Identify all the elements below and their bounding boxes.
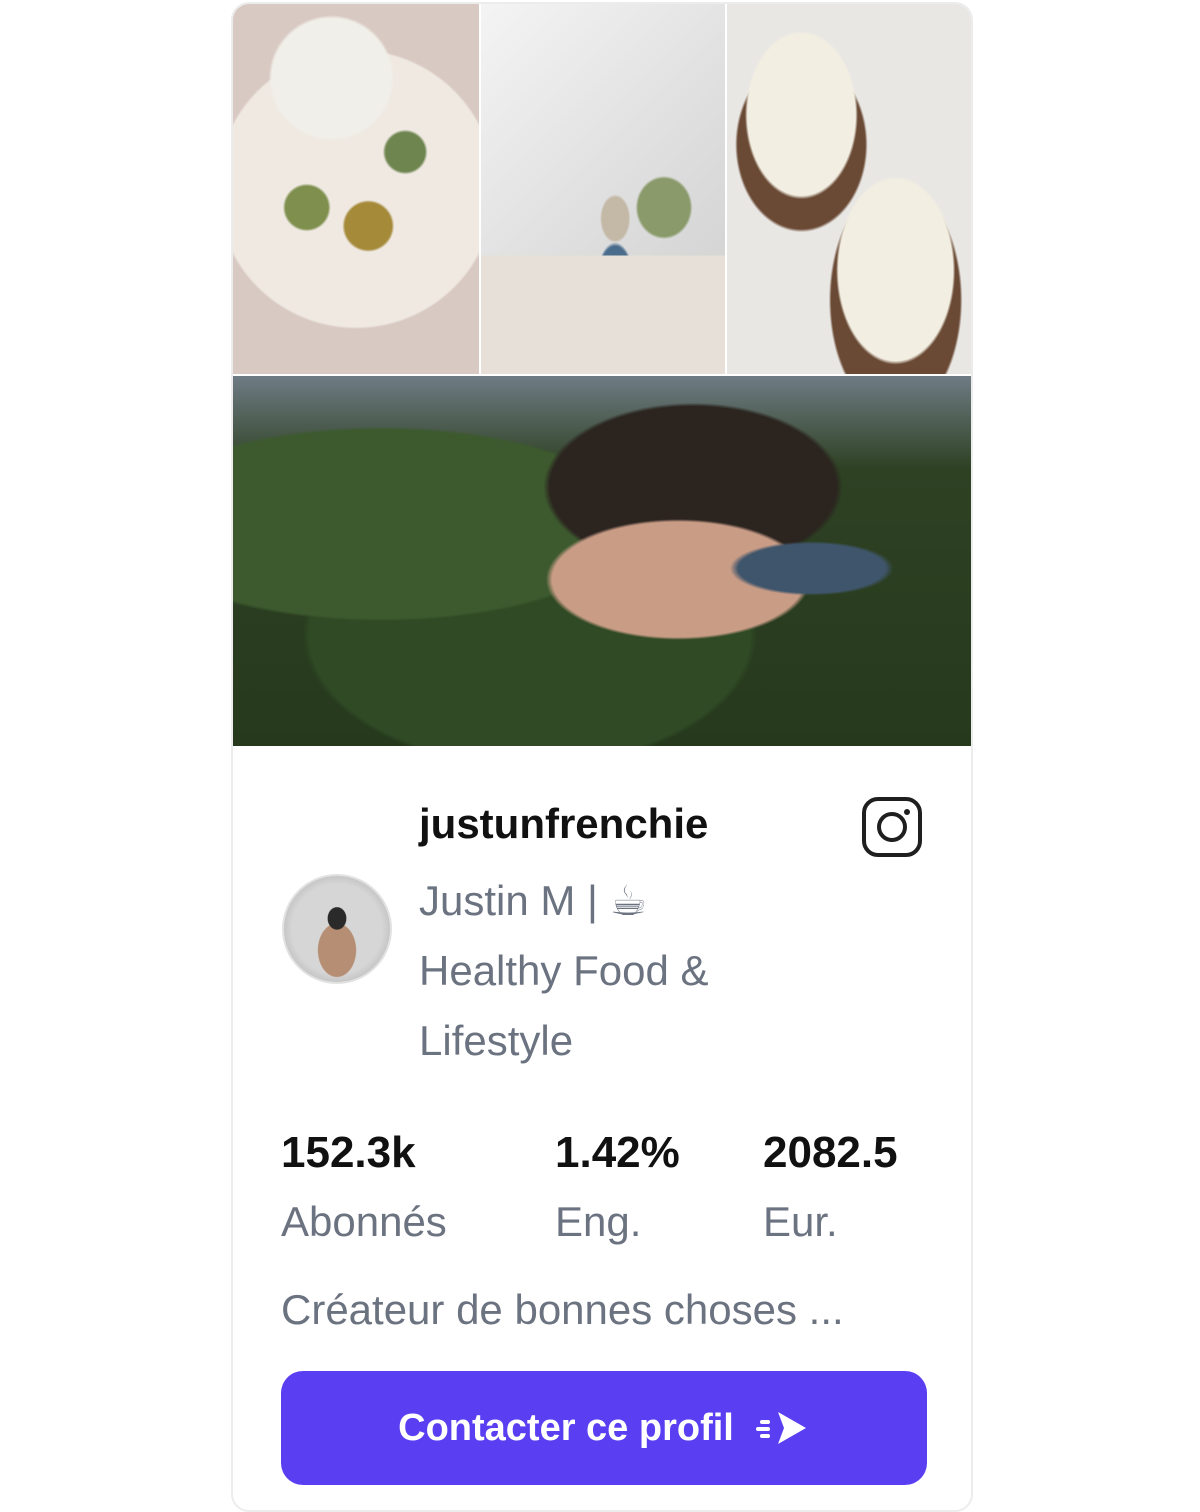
post-thumbnail-food-bowl[interactable]: [233, 4, 479, 374]
stat-label: Abonnés: [281, 1198, 447, 1245]
profile-info: justunfrenchie Justin M | ☕ Healthy Food…: [233, 748, 971, 1510]
stat-value: 1.42%: [555, 1128, 680, 1177]
profile-description: Créateur de bonnes choses ...: [281, 1286, 844, 1333]
send-arrow-icon: [755, 1412, 806, 1444]
profile-bio: Justin M | ☕ Healthy Food & Lifestyle: [419, 866, 779, 1076]
contact-profile-button[interactable]: Contacter ce profil: [281, 1371, 927, 1485]
stat-label: Eng.: [555, 1198, 642, 1245]
cover-photo[interactable]: [233, 376, 971, 746]
stat-value: 152.3k: [281, 1128, 416, 1177]
bio-line: Healthy Food &: [419, 947, 709, 994]
instagram-icon[interactable]: [861, 796, 923, 858]
avatar[interactable]: [282, 874, 392, 984]
post-thumbnail-toast[interactable]: [727, 4, 971, 374]
stat-value: 2082.5: [763, 1128, 898, 1177]
bio-line: Justin M | ☕: [419, 877, 648, 924]
contact-button-label: Contacter ce profil: [398, 1406, 734, 1449]
stat-price: 2082.5 Eur.: [763, 1123, 898, 1257]
media-grid: [233, 4, 971, 374]
stat-followers: 152.3k Abonnés: [281, 1123, 447, 1257]
bio-line: Lifestyle: [419, 1017, 574, 1064]
stat-engagement: 1.42% Eng.: [555, 1123, 680, 1257]
profile-card[interactable]: justunfrenchie Justin M | ☕ Healthy Food…: [231, 2, 973, 1512]
stat-label: Eur.: [763, 1198, 838, 1245]
username: justunfrenchie: [419, 800, 709, 847]
post-thumbnail-interior-portrait[interactable]: [481, 4, 725, 374]
